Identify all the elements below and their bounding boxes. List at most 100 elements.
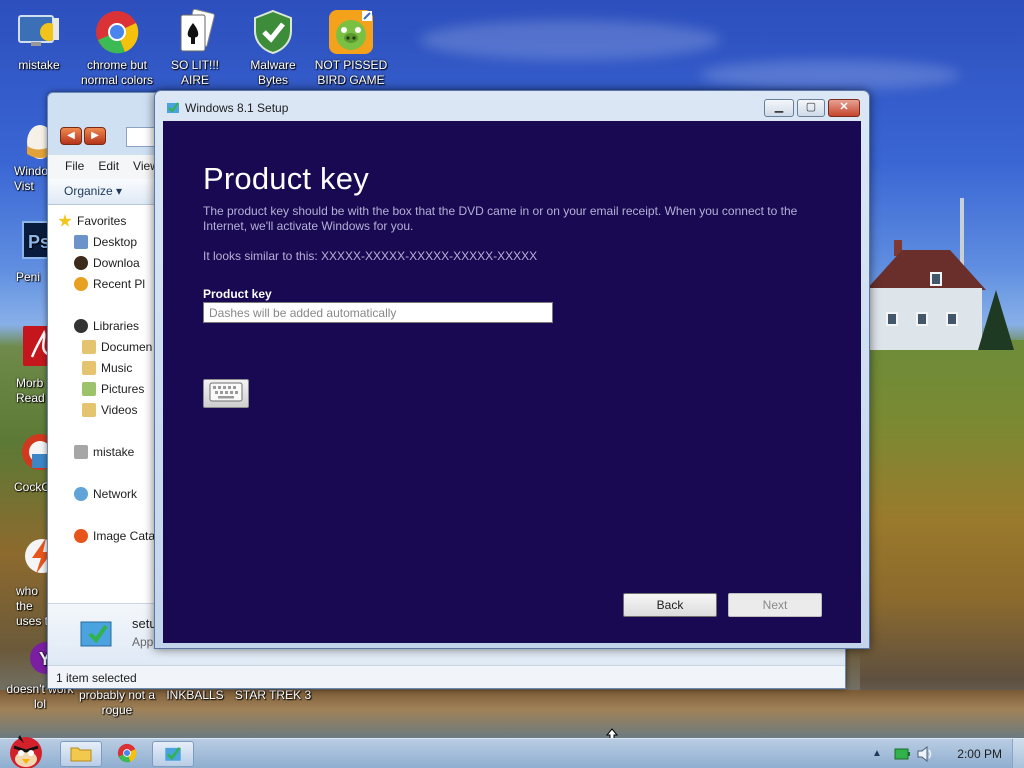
- window-title: Windows 8.1 Setup: [185, 101, 289, 115]
- start-button[interactable]: [2, 733, 52, 768]
- network-icon: [74, 487, 88, 501]
- desktop-folder-icon: [74, 235, 88, 249]
- desktop-icon-label: probably not a rogue: [78, 688, 156, 717]
- folder-icon: [70, 744, 92, 765]
- desktop-icon-label: SO LIT!!! AIRE: [170, 58, 219, 87]
- nav-item-documents[interactable]: Documen: [82, 340, 152, 354]
- cloud: [420, 20, 720, 60]
- music-icon: [82, 361, 96, 375]
- nav-item-downloads[interactable]: Downloa: [74, 256, 140, 270]
- cloud: [700, 60, 960, 90]
- documents-icon: [82, 340, 96, 354]
- nav-item-music[interactable]: Music: [82, 361, 132, 375]
- nav-label: Libraries: [93, 319, 140, 333]
- green-pig-icon: [327, 8, 375, 56]
- nav-label: Recent Pl: [93, 277, 146, 291]
- videos-icon: [82, 403, 96, 417]
- desktop-icon-label: STAR TREK 3: [234, 688, 312, 702]
- desktop-icon-label: chrome but normal colors: [80, 58, 154, 87]
- desktop-icon-star-trek[interactable]: STAR TREK 3: [234, 688, 312, 703]
- next-button[interactable]: Next: [728, 593, 822, 617]
- nav-label: Videos: [101, 403, 138, 417]
- nav-label: Documen: [101, 340, 153, 354]
- landscape-field: [860, 340, 1024, 738]
- menu-edit[interactable]: Edit: [91, 155, 126, 179]
- key-format-hint: It looks similar to this: XXXXX-XXXXX-XX…: [203, 249, 538, 263]
- description-text: The product key should be with the box t…: [203, 204, 798, 233]
- keyboard-icon: [209, 382, 243, 405]
- shield-check-icon: [249, 8, 297, 56]
- chrome-icon: [93, 8, 141, 56]
- address-bar[interactable]: [126, 127, 156, 147]
- setup-app-icon: [166, 100, 180, 114]
- taskbar-setup-button[interactable]: [152, 741, 194, 767]
- minimize-button[interactable]: ▁: [764, 99, 794, 117]
- user-folder-icon: [74, 445, 88, 459]
- nav-label: Image Cata: [93, 529, 156, 543]
- nav-item-pictures[interactable]: Pictures: [82, 382, 144, 396]
- nav-item-mistake[interactable]: mistake: [74, 445, 134, 459]
- taskbar: ▲ 2:00 PM: [0, 735, 1024, 768]
- setup-window[interactable]: Windows 8.1 Setup ▁ ▢ ✕ Product key The …: [154, 90, 870, 649]
- taskbar-chrome-button[interactable]: [106, 741, 148, 767]
- desktop-icon-label: INKBALLS: [166, 688, 224, 702]
- desktop-icon-pig-game[interactable]: NOT PISSED BIRD GAME: [312, 8, 390, 88]
- desktop-icon-label: mistake: [18, 58, 60, 72]
- desktop-icon-chrome[interactable]: chrome but normal colors: [78, 8, 156, 88]
- on-screen-keyboard-button[interactable]: [203, 379, 249, 408]
- monitor-app-icon: [15, 8, 63, 56]
- maximize-button[interactable]: ▢: [797, 99, 825, 117]
- pictures-icon: [82, 382, 96, 396]
- setup-content: Product key The product key should be wi…: [163, 121, 861, 643]
- nav-item-videos[interactable]: Videos: [82, 403, 137, 417]
- system-tray: ▲ 2:00 PM: [864, 739, 1024, 768]
- show-desktop-button[interactable]: [1012, 739, 1024, 768]
- navigation-pane: Favorites Desktop Downloa Recent Pl Libr…: [48, 205, 158, 603]
- taskbar-explorer-button[interactable]: [60, 741, 102, 767]
- nav-label: mistake: [93, 445, 135, 459]
- chrome-icon: [117, 743, 137, 766]
- nav-item-image-catalog[interactable]: Image Cata: [74, 529, 155, 543]
- status-text: 1 item selected: [56, 671, 137, 685]
- desktop-icon-rogue[interactable]: probably not a rogue: [78, 688, 156, 718]
- nav-item-recent[interactable]: Recent Pl: [74, 277, 145, 291]
- nav-item-favorites[interactable]: Favorites: [58, 214, 126, 228]
- nav-label: Pictures: [101, 382, 145, 396]
- back-button[interactable]: Back: [623, 593, 717, 617]
- setup-app-icon: [164, 744, 182, 765]
- desktop-icon-solitaire[interactable]: SO LIT!!! AIRE: [156, 8, 234, 88]
- close-button[interactable]: ✕: [828, 99, 860, 117]
- desktop-icon-inkballs[interactable]: INKBALLS: [156, 688, 234, 703]
- setup-file-icon: [80, 618, 112, 648]
- star-icon: [58, 214, 72, 227]
- nav-item-libraries[interactable]: Libraries: [74, 319, 139, 333]
- back-nav-button[interactable]: ◀: [60, 127, 82, 145]
- nav-label: Desktop: [93, 235, 138, 249]
- nav-item-network[interactable]: Network: [74, 487, 137, 501]
- product-key-input[interactable]: [203, 302, 553, 323]
- taskbar-clock[interactable]: 2:00 PM: [957, 747, 1002, 761]
- desktop-icon-malwarebytes[interactable]: Malware Bytes: [234, 8, 312, 88]
- organize-button[interactable]: Organize ▾: [64, 184, 122, 198]
- product-key-label: Product key: [203, 287, 272, 301]
- downloads-icon: [74, 256, 88, 270]
- desktop-icon-label: NOT PISSED BIRD GAME: [314, 58, 388, 87]
- nav-label: Downloa: [93, 256, 140, 270]
- details-file-name: setu: [132, 616, 157, 631]
- house: [866, 240, 986, 350]
- nav-label: Music: [101, 361, 133, 375]
- volume-icon[interactable]: [916, 745, 934, 765]
- status-bar: 1 item selected: [48, 665, 845, 688]
- image-catalog-icon: [74, 529, 88, 543]
- details-file-type: App: [132, 635, 154, 649]
- nav-item-desktop[interactable]: Desktop: [74, 235, 137, 249]
- menu-file[interactable]: File: [58, 155, 91, 179]
- libraries-icon: [74, 319, 88, 333]
- page-title: Product key: [203, 161, 369, 196]
- forward-nav-button[interactable]: ▶: [84, 127, 106, 145]
- desktop-icon-mistake[interactable]: mistake: [0, 8, 78, 73]
- nav-label: Favorites: [77, 214, 127, 228]
- show-hidden-icons-icon[interactable]: ▲: [872, 748, 882, 759]
- power-icon[interactable]: [894, 747, 910, 764]
- desktop-icon-label: Malware Bytes: [250, 58, 296, 87]
